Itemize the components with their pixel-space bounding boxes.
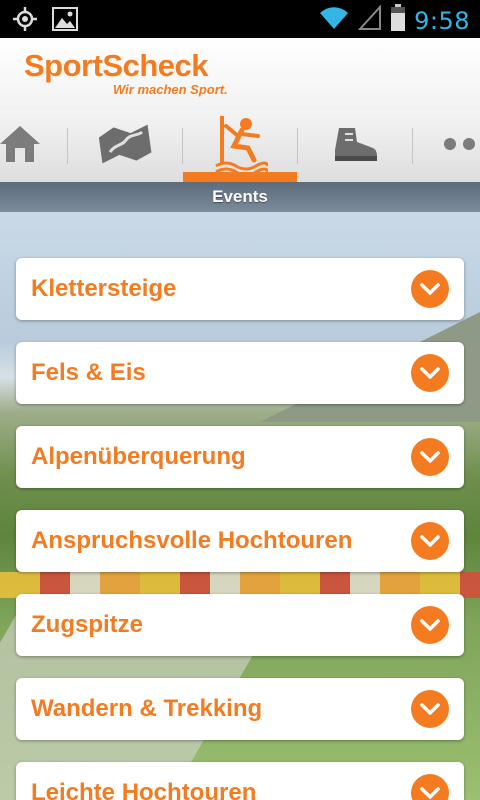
event-item-zugspitze[interactable]: Zugspitze <box>16 594 464 656</box>
event-item-leichte-hochtouren[interactable]: Leichte Hochtouren <box>16 762 464 800</box>
section-title: Events <box>212 187 268 206</box>
chevron-down-icon[interactable] <box>411 690 449 728</box>
event-item-anspruchsvolle-hochtouren[interactable]: Anspruchsvolle Hochtouren <box>16 510 464 572</box>
logo: SportScheck <box>24 48 209 83</box>
chevron-down-icon[interactable] <box>411 606 449 644</box>
chevron-down-icon[interactable] <box>411 774 449 800</box>
chevron-down-icon[interactable] <box>411 522 449 560</box>
event-label: Anspruchsvolle Hochtouren <box>31 527 353 554</box>
nav-item-hiking[interactable] <box>298 110 412 182</box>
status-right: 9:58 <box>318 4 470 37</box>
event-label: Leichte Hochtouren <box>31 779 257 800</box>
map-icon <box>96 122 154 171</box>
chevron-down-icon[interactable] <box>411 354 449 392</box>
event-label: Wandern & Trekking <box>31 695 263 722</box>
event-item-wandern-trekking[interactable]: Wandern & Trekking <box>16 678 464 740</box>
event-item-alpenueberquerung[interactable]: Alpenüberquerung <box>16 426 464 488</box>
signal-icon <box>357 4 382 36</box>
chevron-down-icon[interactable] <box>411 438 449 476</box>
app-header: SportScheck Wir machen Sport. <box>0 38 480 111</box>
wifi-icon <box>318 5 350 36</box>
logo-tagline: Wir machen Sport. <box>113 82 228 97</box>
event-label: Fels & Eis <box>31 359 146 386</box>
climbing-icon <box>212 114 270 179</box>
gps-icon <box>12 6 38 37</box>
event-item-fels-eis[interactable]: Fels & Eis <box>16 342 464 404</box>
status-left <box>12 6 78 37</box>
status-clock: 9:58 <box>414 6 470 35</box>
home-icon <box>0 122 42 171</box>
event-label: Klettersteige <box>31 275 177 302</box>
hiking-boot-icon <box>331 124 379 169</box>
event-label: Alpenüberquerung <box>31 443 246 470</box>
image-icon <box>52 7 78 36</box>
event-item-klettersteige[interactable]: Klettersteige <box>16 258 464 320</box>
event-label: Zugspitze <box>31 611 143 638</box>
nav-item-more[interactable] <box>413 110 480 182</box>
status-bar: 9:58 <box>0 0 480 38</box>
more-icon <box>443 137 480 156</box>
chevron-down-icon[interactable] <box>411 270 449 308</box>
battery-icon <box>390 4 406 37</box>
section-title-bar: Events <box>0 182 480 212</box>
nav-active-indicator <box>183 172 297 182</box>
nav-item-home[interactable] <box>0 110 50 182</box>
nav-item-map[interactable] <box>68 110 182 182</box>
app-screen: 9:58 SportScheck Wir machen Sport. Event… <box>0 0 480 800</box>
